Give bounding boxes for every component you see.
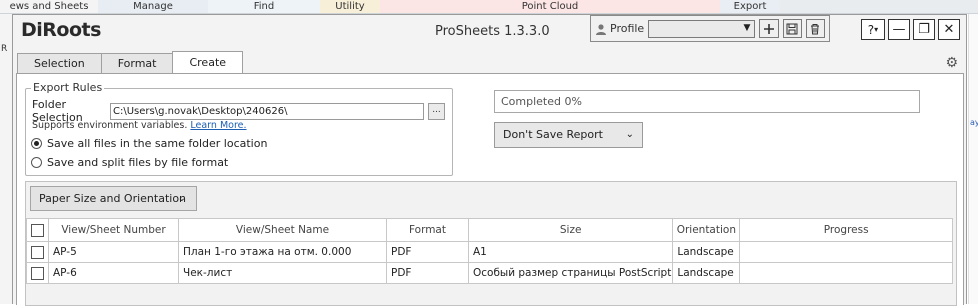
radio-same-folder[interactable] [31, 138, 42, 149]
cell-orientation: Landscape [672, 262, 741, 284]
host-right-strip: ay [968, 14, 978, 304]
select-all-checkbox[interactable] [31, 223, 44, 237]
paper-size-orientation-label: Paper Size and Orientation [39, 192, 187, 205]
env-variables-text: Supports environment variables. [32, 120, 188, 131]
delete-profile-button[interactable] [805, 19, 825, 38]
host-tab-export[interactable]: Export [720, 0, 780, 13]
host-right-label: ay [970, 118, 978, 127]
report-dropdown-label: Don't Save Report [503, 128, 603, 141]
col-number-header[interactable]: View/Sheet Number [48, 218, 179, 242]
row-checkbox-cell [26, 262, 49, 284]
host-left-label: R [1, 44, 8, 54]
col-size-header[interactable]: Size [467, 218, 674, 242]
create-panel: Export Rules Folder Selection C:\Users\g… [16, 73, 964, 306]
row-checkbox-cell [26, 241, 49, 263]
trash-icon [811, 23, 820, 34]
select-all-cell [26, 218, 49, 242]
export-rules-group: Export Rules Folder Selection C:\Users\g… [25, 81, 453, 176]
settings-gear-icon[interactable]: ⚙ [945, 55, 958, 71]
tab-create[interactable]: Create [172, 51, 244, 73]
export-progress-field: Completed 0% [494, 90, 920, 113]
host-tab-manage[interactable]: Manage [98, 0, 208, 13]
window-controls: ? ▾ — ❐ ✕ [861, 19, 960, 40]
env-variables-note: Supports environment variables. Learn Mo… [32, 120, 247, 131]
close-button[interactable]: ✕ [938, 19, 960, 40]
add-profile-button[interactable] [759, 19, 779, 38]
cell-number: AP-5 [48, 241, 179, 263]
chevron-down-icon: ▼ [743, 22, 751, 33]
floppy-disk-icon [786, 23, 798, 34]
cell-format: PDF [386, 262, 469, 284]
profile-label: Profile [610, 22, 645, 35]
app-title: ProSheets 1.3.3.0 [435, 24, 550, 39]
cell-name: Чек-лист [178, 262, 387, 284]
cell-orientation: Landscape [672, 241, 741, 263]
tab-selection[interactable]: Selection [17, 53, 102, 73]
paper-size-orientation-button[interactable]: Paper Size and Orientation ⌄ [30, 186, 197, 211]
option-split-format-label: Save and split files by file format [47, 156, 229, 169]
save-profile-button[interactable] [782, 19, 802, 38]
chevron-down-icon: ▾ [874, 25, 879, 34]
export-rules-legend: Export Rules [31, 81, 105, 94]
close-icon: ✕ [943, 22, 955, 37]
cell-progress [739, 262, 953, 284]
col-format-header[interactable]: Format [386, 218, 469, 242]
table-row[interactable]: AP-5 План 1-го этажа на отм. 0.000 PDF A… [26, 241, 953, 263]
prosheets-window: DiRoots ProSheets 1.3.3.0 Profile ▼ ? ▾ … [12, 14, 967, 306]
profile-toolbar: Profile ▼ [590, 15, 830, 42]
col-progress-header[interactable]: Progress [739, 218, 953, 242]
cell-size: A1 [467, 241, 674, 263]
col-orientation-header[interactable]: Orientation [672, 218, 741, 242]
learn-more-link[interactable]: Learn More. [190, 120, 246, 131]
row-checkbox[interactable] [31, 266, 44, 280]
chevron-down-icon: ⌄ [625, 129, 634, 140]
maximize-button[interactable]: ❐ [913, 19, 935, 40]
cell-size: Особый размер страницы PostScript [467, 262, 674, 284]
profile-label-wrap: Profile [595, 22, 644, 35]
sheets-table: View/Sheet Number View/Sheet Name Format… [26, 218, 953, 284]
tab-format[interactable]: Format [100, 53, 174, 73]
cell-name: План 1-го этажа на отм. 0.000 [178, 241, 387, 263]
profile-dropdown[interactable]: ▼ [648, 19, 756, 38]
option-same-folder[interactable]: Save all files in the same folder locati… [31, 137, 267, 150]
col-name-header[interactable]: View/Sheet Name [178, 218, 387, 242]
env-note-row: Supports environment variables. Learn Mo… [32, 120, 247, 131]
host-left-strip: R [0, 14, 12, 304]
option-split-format[interactable]: Save and split files by file format [31, 156, 228, 169]
minimize-button[interactable]: — [888, 19, 910, 40]
table-header-row: View/Sheet Number View/Sheet Name Format… [26, 218, 953, 242]
option-same-folder-label: Save all files in the same folder locati… [47, 137, 268, 150]
folder-path-input[interactable]: C:\Users\g.novak\Desktop\240626\ [110, 102, 424, 120]
host-tab-views-sheets[interactable]: ews and Sheets [0, 0, 98, 13]
row-checkbox[interactable] [31, 245, 44, 259]
main-tabs: Selection Format Create [17, 51, 244, 73]
maximize-icon: ❐ [918, 22, 930, 37]
host-ribbon-tabs: ews and Sheets Manage Find Utility Point… [0, 0, 978, 14]
chevron-down-icon: ⌄ [177, 193, 186, 204]
browse-folder-button[interactable]: ... [428, 102, 445, 120]
radio-split-format[interactable] [31, 157, 42, 168]
user-icon [596, 23, 606, 35]
table-row[interactable]: AP-6 Чек-лист PDF Особый размер страницы… [26, 262, 953, 284]
sheets-table-area: Paper Size and Orientation ⌄ View/Sheet … [25, 181, 957, 306]
cell-number: AP-6 [48, 262, 179, 284]
minimize-icon: — [892, 22, 906, 37]
host-tab-utility[interactable]: Utility [320, 0, 380, 13]
cell-progress [739, 241, 953, 263]
report-dropdown-button[interactable]: Don't Save Report ⌄ [494, 122, 643, 148]
help-button[interactable]: ? ▾ [861, 19, 885, 40]
plus-icon [763, 23, 774, 34]
diroots-logo: DiRoots [21, 19, 101, 41]
cell-format: PDF [386, 241, 469, 263]
host-tab-point-cloud[interactable]: Point Cloud [380, 0, 720, 13]
host-tab-find[interactable]: Find [208, 0, 320, 13]
